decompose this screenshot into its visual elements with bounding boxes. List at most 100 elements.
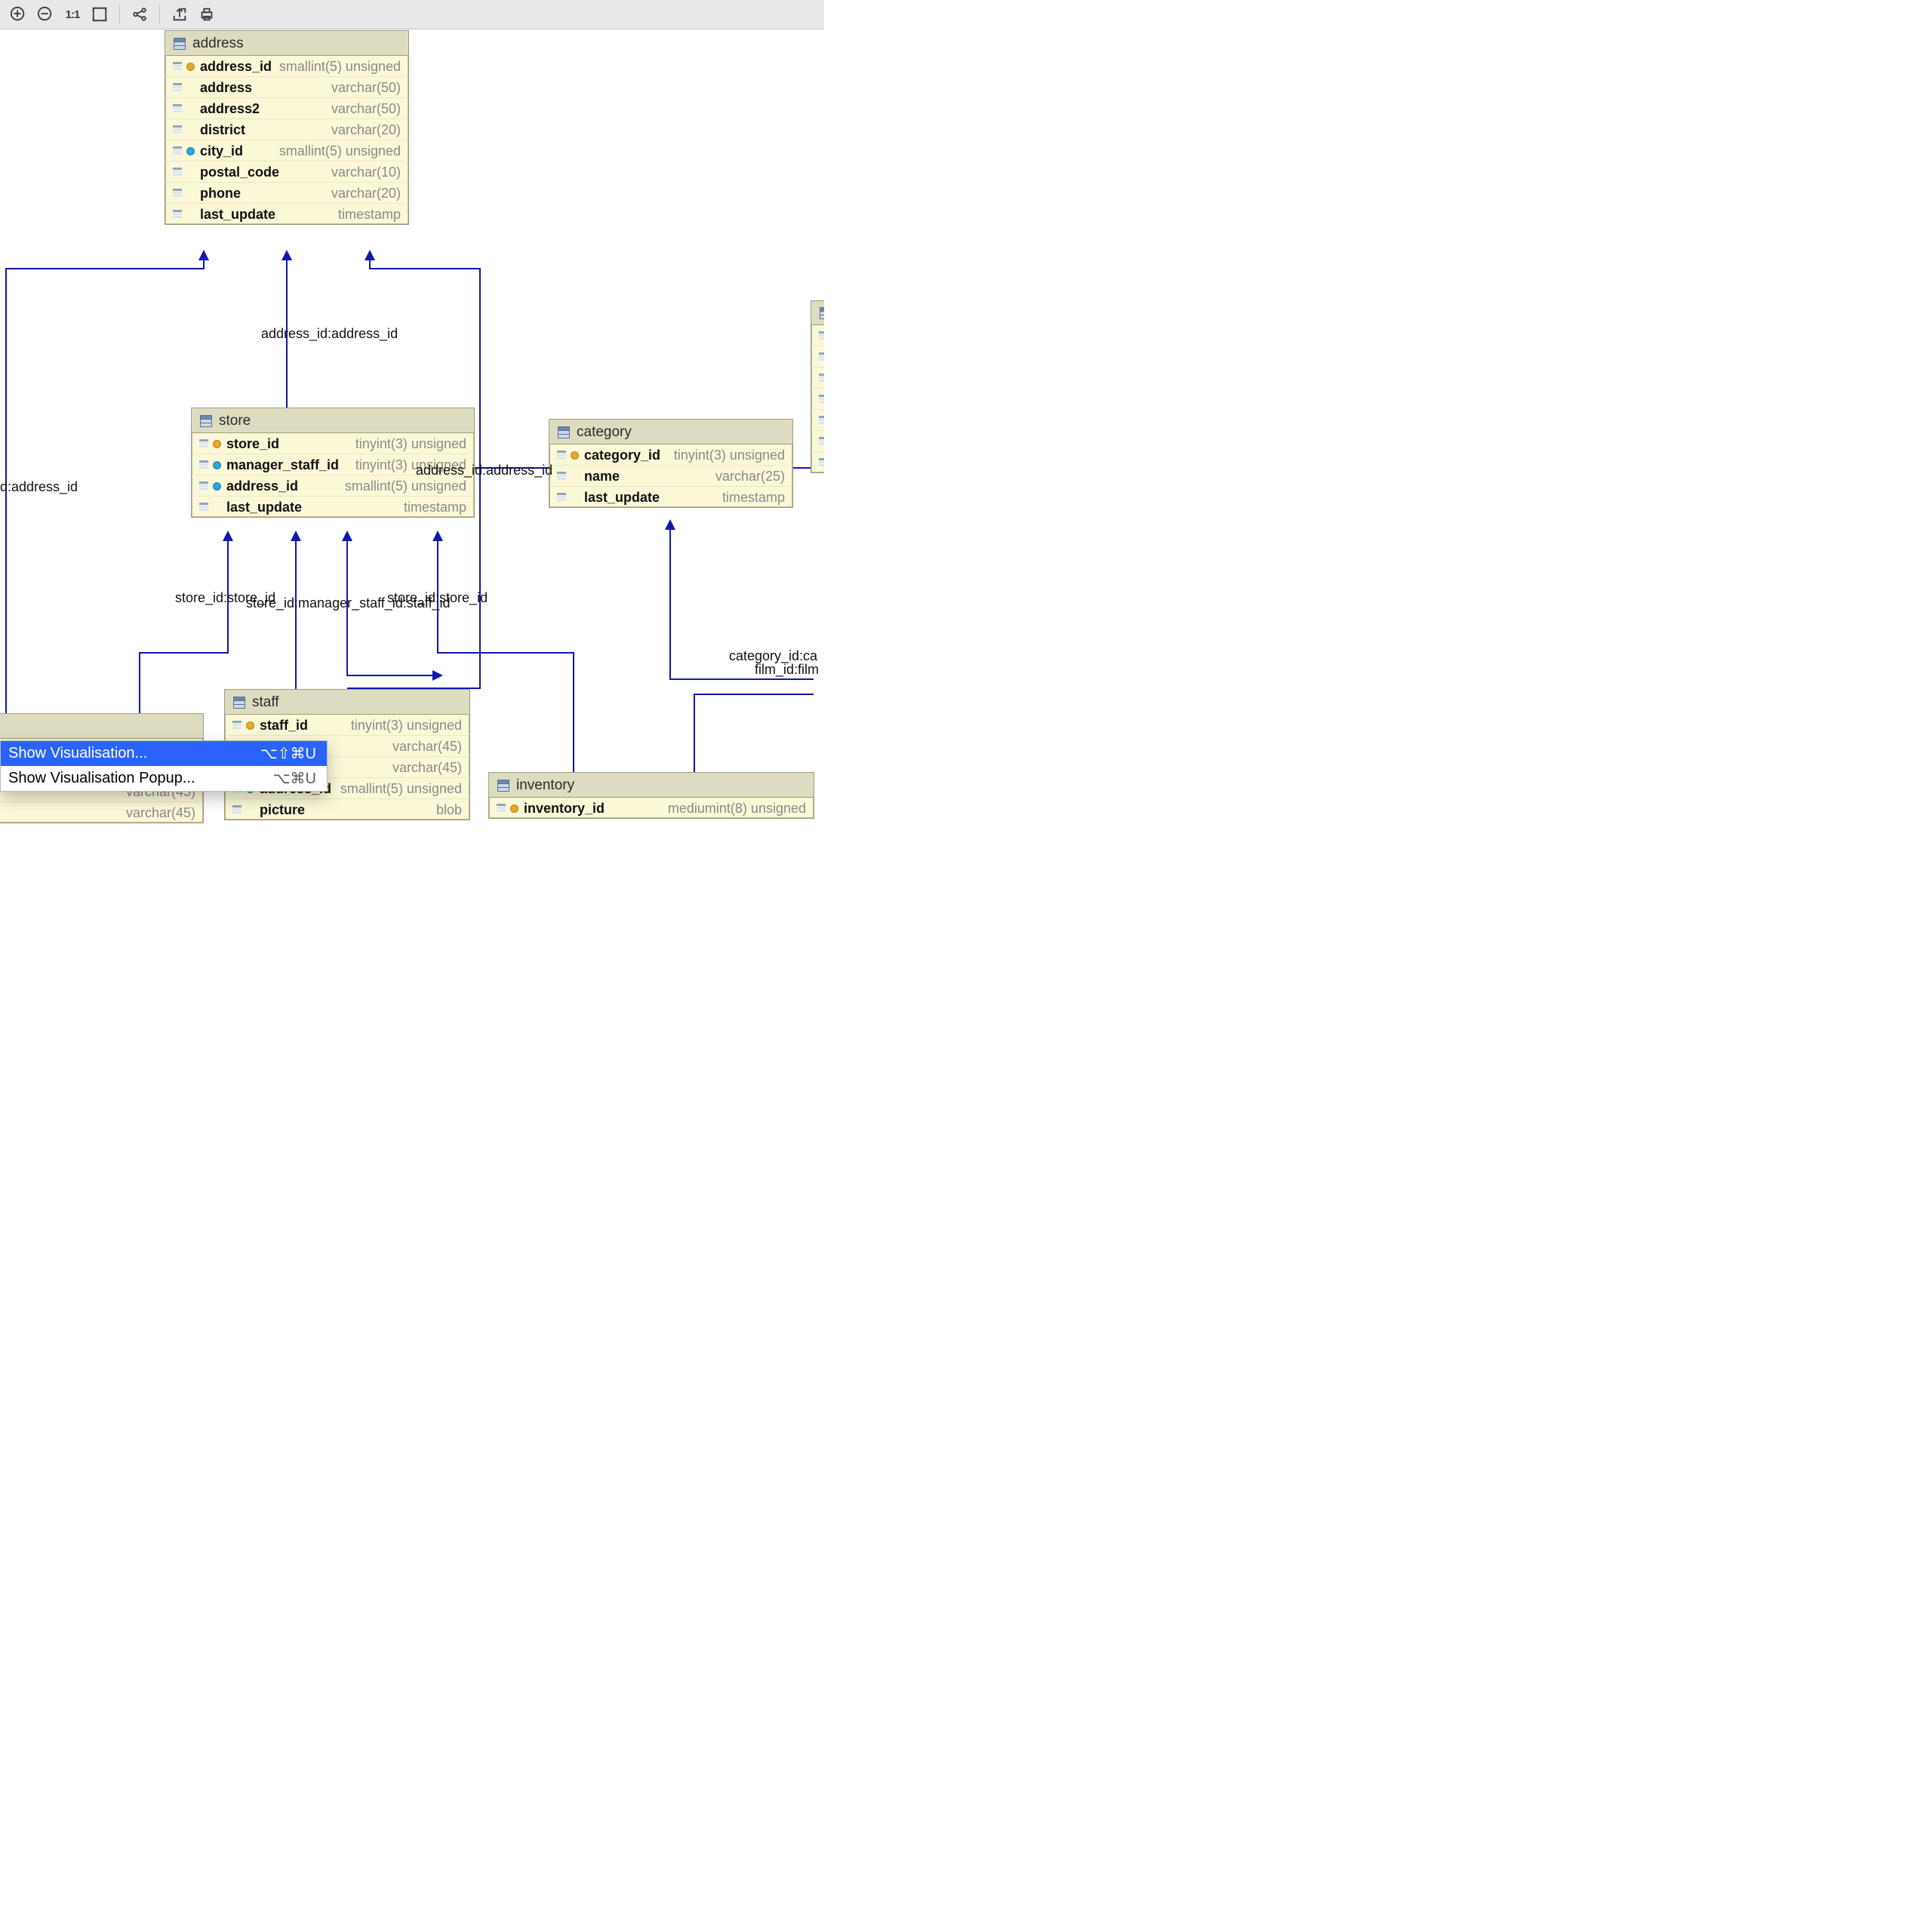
primary-key-icon [214,441,220,448]
column-icon [817,435,824,448]
column-row[interactable]: address2varchar(50) [165,98,408,119]
column-name: address [200,81,252,94]
column-row[interactable]: last_updatetimestamp [549,487,792,507]
export-icon[interactable] [168,2,192,26]
column-type: varchar(20) [331,186,401,200]
column-type: mediumint(8) unsigned [668,801,806,815]
column-icon [817,371,824,385]
column-row[interactable] [811,431,824,452]
column-row[interactable]: district varchar(20) [165,119,408,140]
column-icon [171,208,184,221]
primary-key-icon [511,805,518,812]
column-type: varchar(25) [715,469,785,483]
column-row[interactable]: inventory_id mediumint(8) unsigned [489,798,814,818]
column-row[interactable]: pictureblob [225,799,469,820]
column-type: timestamp [404,500,466,514]
column-type: varchar(50) [331,81,401,94]
context-menu[interactable]: Show Visualisation... ⌥⇧⌘U Show Visualis… [0,740,328,792]
column-icon [494,801,508,815]
column-row[interactable]: phonevarchar(20) [165,183,408,204]
column-name: inventory_id [524,801,605,815]
column-row[interactable] [811,452,824,472]
column-row[interactable]: address_idsmallint(5) unsigned [192,475,474,497]
column-icon [171,102,184,115]
column-name: last_update [584,491,660,504]
entity-header[interactable]: omer [0,714,203,739]
column-icon [817,329,824,343]
column-type: tinyint(3) unsigned [355,437,466,451]
column-row[interactable]: last_updatetimestamp [192,497,474,517]
entity-address[interactable]: addressaddress_idsmallint(5) unsignedadd… [165,30,409,225]
column-name: address_id [200,60,272,73]
column-icon [197,479,211,493]
column-icon [197,458,211,472]
column-type: varchar(45) [392,761,462,774]
column-name: last_update [200,208,275,221]
zoom-in-icon[interactable] [6,2,30,26]
column-name: picture [260,803,305,817]
column-row[interactable] [811,368,824,389]
primary-key-icon [187,63,194,70]
column-icon [197,500,211,514]
foreign-key-icon [187,148,194,155]
entity-title: staff [252,695,279,709]
column-type: smallint(5) unsigned [340,782,462,795]
column-type: varchar(45) [126,806,195,820]
entity-inventory[interactable]: inventory inventory_id mediumint(8) unsign… [488,772,814,819]
menu-item-show-visualisation[interactable]: Show Visualisation... ⌥⇧⌘U [1,741,327,766]
entity-header[interactable]: inventory [489,773,814,798]
column-row[interactable]: last_updatetimestamp [165,204,408,224]
menu-item-label: Show Visualisation Popup... [8,770,195,787]
column-row[interactable] [811,346,824,368]
column-row[interactable]: postal_codevarchar(10) [165,162,408,183]
column-icon [171,186,184,200]
share-icon[interactable] [128,2,152,26]
entity-title: address [192,36,244,51]
column-row[interactable]: address varchar(50) [165,77,408,98]
entity-header[interactable]: staff [225,690,469,715]
column-row[interactable]: staff_idtinyint(3) unsigned [225,715,469,736]
column-type: varchar(45) [392,740,462,753]
column-icon [555,448,568,462]
column-row[interactable]: category_idtinyint(3) unsigned [549,445,792,466]
column-type: varchar(20) [331,123,401,137]
zoom-out-icon[interactable] [33,2,57,26]
fit-icon[interactable] [88,2,112,26]
entity-header[interactable]: store [192,408,474,433]
diagram-toolbar: 1:1 [0,0,824,29]
column-row[interactable]: address_id smallint(5) unsigned [165,56,408,77]
column-icon [171,123,184,137]
print-icon[interactable] [195,2,219,26]
column-type: smallint(5) unsigned [279,60,401,73]
entity-partial_right[interactable] [811,300,824,473]
entity-header[interactable]: category [549,420,792,445]
table-icon [557,426,571,439]
column-name: district [200,123,245,137]
column-icon [171,81,184,94]
table-icon [232,696,246,709]
toolbar-separator [159,5,160,24]
toolbar-separator [119,5,120,24]
column-type: tinyint(3) unsigned [674,448,785,462]
menu-item-show-visualisation-popup[interactable]: Show Visualisation Popup... ⌥⌘U [1,766,327,791]
table-icon [199,414,213,428]
column-name: address_id [226,479,298,493]
column-row[interactable]: namevarchar(45) [0,802,203,823]
column-row[interactable] [811,389,824,410]
entity-title: category [577,425,632,439]
entity-header[interactable]: address [165,31,408,56]
column-row[interactable] [811,410,824,431]
entity-header[interactable] [811,301,824,325]
one-to-one-icon[interactable]: 1:1 [60,2,85,26]
column-icon [817,392,824,406]
entity-category[interactable]: category category_idtinyint(3) unsignedna… [549,419,793,508]
column-icon [817,414,824,427]
column-row[interactable]: city_idsmallint(5) unsigned [165,140,408,162]
primary-key-icon [247,722,254,729]
column-icon [171,60,184,73]
column-row[interactable]: store_idtinyint(3) unsigned [192,433,474,454]
column-row[interactable]: namevarchar(25) [549,466,792,487]
relationship-label: d:address_id [0,479,78,495]
column-name: manager_staff_id [226,458,339,472]
column-row[interactable] [811,325,824,346]
